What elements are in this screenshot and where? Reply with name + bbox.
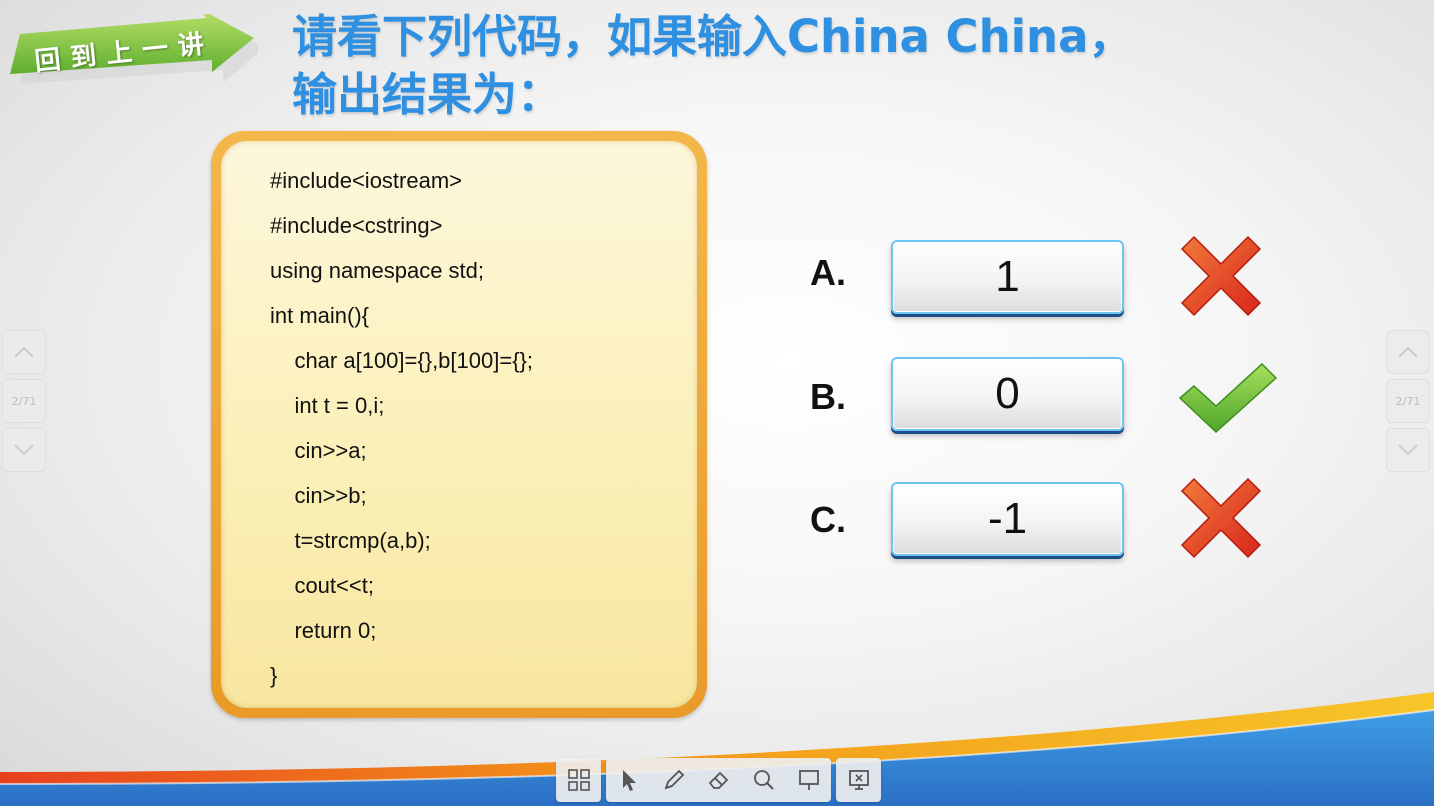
code-line: char a[100]={},b[100]={};	[270, 348, 534, 373]
option-a-letter: A.	[810, 252, 846, 293]
pen-icon	[664, 769, 684, 790]
chevron-up-icon	[14, 346, 34, 358]
code-panel: #include<iostream> #include<cstring> usi…	[221, 141, 697, 708]
pointer-tool-button[interactable]	[606, 758, 651, 802]
question-line-2: 输出结果为：	[292, 68, 563, 121]
option-c-button[interactable]: -1	[891, 482, 1124, 556]
left-page-nav: 2/71	[2, 330, 46, 477]
code-card: #include<iostream> #include<cstring> usi…	[211, 131, 707, 718]
code-line: cin>>a;	[270, 438, 367, 463]
chevron-down-icon	[1398, 444, 1418, 456]
screen-tool-button[interactable]	[836, 758, 881, 802]
pen-tool-button[interactable]	[651, 758, 696, 802]
wrong-cross-icon	[1180, 477, 1262, 559]
page-down-button[interactable]	[2, 428, 46, 472]
page-up-button[interactable]	[2, 330, 46, 374]
back-to-previous-lecture-button[interactable]: 回到上一讲	[8, 14, 258, 86]
presentation-toolbar	[556, 758, 881, 802]
screen-icon	[848, 770, 869, 790]
eraser-icon	[708, 771, 728, 789]
correct-check-icon	[1178, 362, 1278, 434]
page-up-button[interactable]	[1386, 330, 1430, 374]
page-indicator: 2/71	[2, 379, 46, 423]
right-page-nav: 2/71	[1386, 330, 1430, 477]
code-line: int t = 0,i;	[270, 393, 385, 418]
wrong-cross-icon	[1180, 235, 1262, 317]
code-line: cin>>b;	[270, 483, 367, 508]
page-indicator: 2/71	[1386, 379, 1430, 423]
code-line: #include<cstring>	[270, 213, 443, 238]
spotlight-icon	[798, 770, 819, 790]
toolbar-group-grid	[556, 758, 601, 802]
pointer-icon	[622, 770, 636, 791]
code-line: cout<<t;	[270, 573, 374, 598]
code-line: t=strcmp(a,b);	[270, 528, 431, 553]
code-line: #include<iostream>	[270, 168, 463, 193]
code-line: int main(){	[270, 303, 370, 328]
grid-icon	[567, 769, 590, 791]
grid-view-button[interactable]	[556, 758, 601, 802]
page-down-button[interactable]	[1386, 428, 1430, 472]
chevron-down-icon	[14, 444, 34, 456]
eraser-tool-button[interactable]	[696, 758, 741, 802]
magnifier-icon	[753, 770, 774, 790]
option-b-button[interactable]: 0	[891, 357, 1124, 431]
option-c-letter: C.	[810, 499, 846, 540]
option-a-button[interactable]: 1	[891, 240, 1124, 314]
code-line: return 0;	[270, 618, 377, 643]
question-line-1: 请看下列代码，如果输入China China，	[292, 10, 1134, 63]
chevron-up-icon	[1398, 346, 1418, 358]
code-line: using namespace std;	[270, 258, 485, 283]
magnifier-tool-button[interactable]	[741, 758, 786, 802]
toolbar-group-screen	[836, 758, 881, 802]
option-b-letter: B.	[810, 376, 846, 417]
spotlight-tool-button[interactable]	[786, 758, 831, 802]
toolbar-group-tools	[606, 758, 831, 802]
question-title: 请看下列代码，如果输入China China， 输出结果为：	[292, 8, 1372, 124]
